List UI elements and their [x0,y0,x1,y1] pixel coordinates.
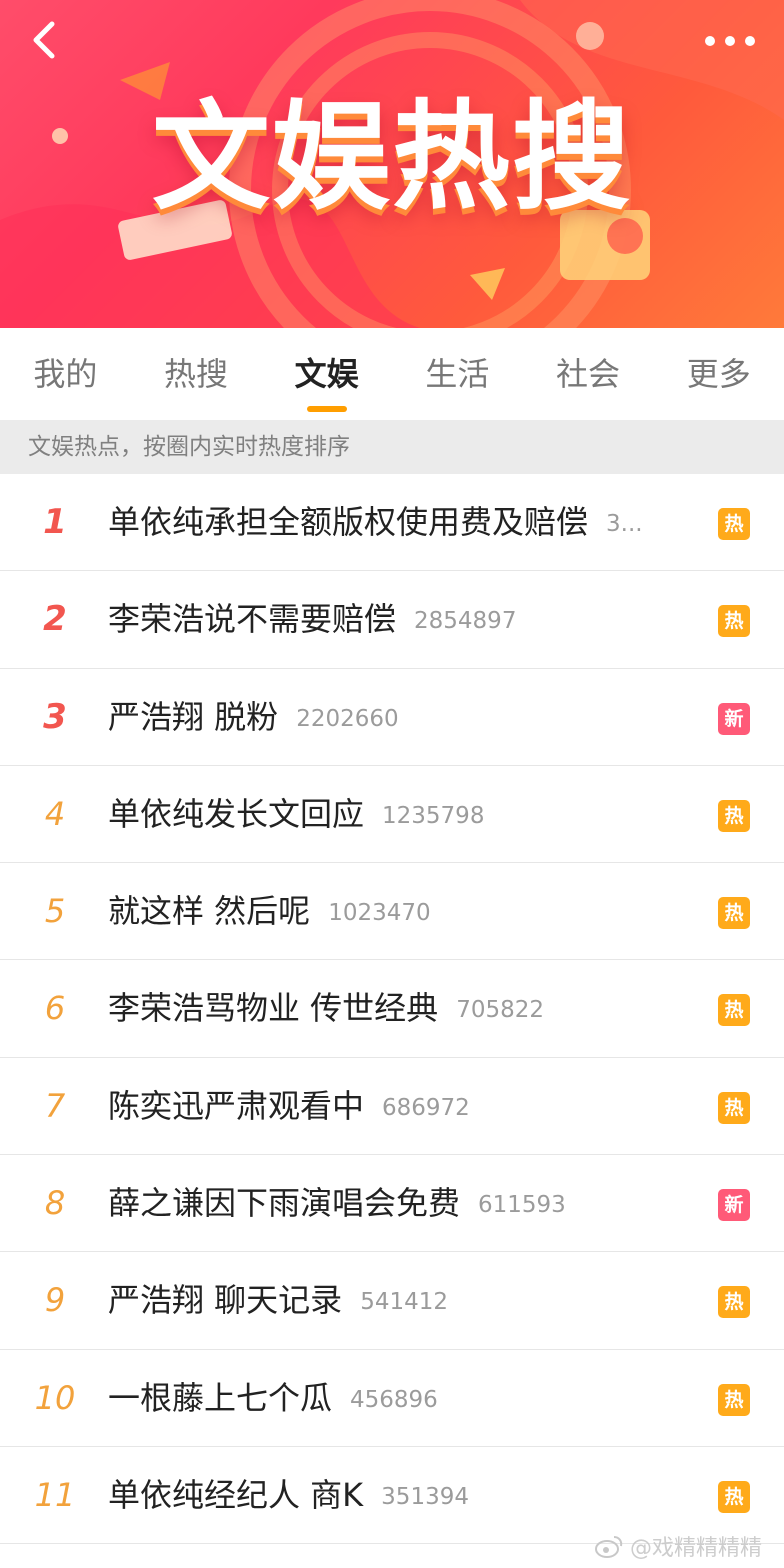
rank-number: 11 [34,1475,76,1514]
heat-count: 1023470 [328,900,431,927]
hot-badge: 热 [718,1091,750,1124]
hot-badge: 热 [718,1286,750,1319]
topic-title[interactable]: 薛之谦因下雨演唱会免费 [108,1184,460,1222]
weibo-watermark: @戏精精精精 [594,1530,762,1562]
list-item[interactable]: 6 李荣浩骂物业 传世经典 705822 热 [0,960,784,1058]
hot-badge: 热 [718,897,750,930]
new-badge: 新 [718,702,750,735]
new-badge: 新 [718,1189,750,1222]
hot-badge: 热 [718,1383,750,1416]
topic-title[interactable]: 单依纯发长文回应 [108,795,364,833]
tab-more[interactable]: 更多 [653,328,784,420]
heat-count: 351394 [381,1483,469,1510]
banner: 文娱热搜 [0,0,784,328]
topic-title[interactable]: 严浩翔 聊天记录 [108,1281,342,1319]
rank-number: 6 [44,989,66,1028]
hot-search-list: 1 单依纯承担全额版权使用费及赔偿 3... 热 2 李荣浩说不需要赔偿 28548… [0,474,784,1545]
hot-badge: 热 [718,605,750,638]
rank-number: 3 [43,696,67,737]
heat-count: 1235798 [382,802,485,829]
hot-badge: 热 [718,1480,750,1513]
topic-title[interactable]: 陈奕迅严肃观看中 [108,1087,364,1125]
rank-number: 10 [34,1378,76,1417]
topic-title[interactable]: 李荣浩骂物业 传世经典 [108,989,438,1027]
heat-count: 2854897 [414,608,517,635]
rank-number: 8 [44,1184,66,1223]
rank-number: 7 [44,1086,66,1125]
hot-badge: 热 [718,799,750,832]
heat-count: 541412 [360,1289,448,1316]
topic-title[interactable]: 严浩翔 脱粉 [108,698,278,736]
topic-title[interactable]: 一根藤上七个瓜 [108,1379,332,1417]
heat-count: 2202660 [296,705,399,732]
hot-badge: 热 [718,508,750,540]
back-chevron-icon[interactable] [24,18,68,62]
rank-number: 1 [43,502,67,542]
topic-title[interactable]: 单依纯承担全额版权使用费及赔偿 [108,503,588,541]
tab-hot-search[interactable]: 热搜 [131,328,262,420]
list-item[interactable]: 2 李荣浩说不需要赔偿 2854897 热 [0,571,784,669]
rank-number: 5 [44,892,66,931]
more-dots-icon[interactable] [702,26,758,56]
tab-life[interactable]: 生活 [392,328,523,420]
topic-title[interactable]: 单依纯经纪人 商K [108,1476,363,1514]
rank-number: 9 [44,1281,66,1320]
tab-society[interactable]: 社会 [523,328,654,420]
list-item[interactable]: 9 严浩翔 聊天记录 541412 热 [0,1252,784,1350]
list-item[interactable]: 8 薛之谦因下雨演唱会免费 611593 新 [0,1155,784,1253]
list-item[interactable]: 3 严浩翔 脱粉 2202660 新 [0,669,784,766]
banner-title: 文娱热搜 [151,88,632,226]
list-item[interactable]: 5 就这样 然后呢 1023470 热 [0,863,784,961]
hot-badge: 热 [718,994,750,1027]
topic-title[interactable]: 就这样 然后呢 [108,892,310,930]
list-item[interactable]: 1 单依纯承担全额版权使用费及赔偿 3... 热 [0,474,784,572]
list-item[interactable]: 10 一根藤上七个瓜 456896 热 [0,1350,784,1447]
heat-count: 686972 [382,1094,470,1121]
category-tabs: 我的 热搜 文娱 生活 社会 更多 [0,328,784,420]
list-item[interactable]: 7 陈奕迅严肃观看中 686972 热 [0,1058,784,1156]
topic-title[interactable]: 李荣浩说不需要赔偿 [108,600,396,638]
rank-number: 2 [43,599,67,640]
heat-count: 611593 [478,1192,566,1219]
heat-count: 456896 [350,1386,438,1413]
list-item[interactable]: 4 单依纯发长文回应 1235798 热 [0,766,784,864]
tab-entertainment[interactable]: 文娱 [261,328,392,420]
weibo-logo-icon [594,1536,623,1558]
watermark-text: @戏精精精精 [629,1536,762,1561]
heat-count: 3... [606,511,643,537]
tab-mine[interactable]: 我的 [0,328,131,420]
rank-number: 4 [44,794,66,833]
ranking-note: 文娱热点，按圈内实时热度排序 [0,420,784,474]
heat-count: 705822 [456,997,544,1024]
